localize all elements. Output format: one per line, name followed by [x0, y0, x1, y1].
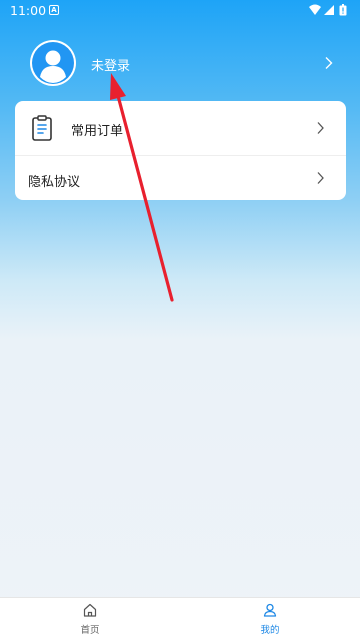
- nav-item-mine[interactable]: 我的: [240, 598, 300, 639]
- annotation-arrow: [110, 73, 174, 302]
- menu-item-privacy-policy[interactable]: 隐私协议: [15, 154, 346, 200]
- menu-card: 常用订单 隐私协议: [15, 101, 346, 200]
- user-avatar-icon: [32, 42, 74, 84]
- nav-label-mine: 我的: [260, 625, 280, 636]
- signal-icon: [324, 5, 334, 15]
- avatar[interactable]: [30, 40, 76, 86]
- person-icon: [263, 603, 277, 617]
- status-icons: [309, 4, 347, 16]
- status-bar: 11:00 A: [0, 0, 360, 22]
- battery-icon: [339, 4, 347, 16]
- profile-header[interactable]: 未登录: [0, 38, 360, 92]
- chevron-right-icon: [317, 122, 324, 134]
- menu-item-common-orders[interactable]: 常用订单: [15, 104, 346, 153]
- nav-label-home: 首页: [80, 625, 100, 636]
- home-icon: [83, 603, 97, 617]
- chevron-right-icon: [317, 172, 324, 184]
- clipboard-icon: [32, 115, 52, 141]
- app-screen: 11:00 A 未登录 常用订单 隐私协议 首页 我的: [0, 0, 360, 639]
- chevron-right-icon[interactable]: [324, 56, 334, 70]
- wifi-icon: [309, 4, 321, 15]
- login-status-label[interactable]: 未登录: [91, 55, 130, 74]
- bottom-nav: 首页 我的: [0, 597, 360, 639]
- status-time: 11:00: [10, 3, 47, 18]
- nav-item-home[interactable]: 首页: [60, 598, 120, 639]
- notification-icon: A: [49, 5, 59, 15]
- menu-item-label: 常用订单: [71, 124, 124, 139]
- menu-item-label: 隐私协议: [28, 175, 81, 190]
